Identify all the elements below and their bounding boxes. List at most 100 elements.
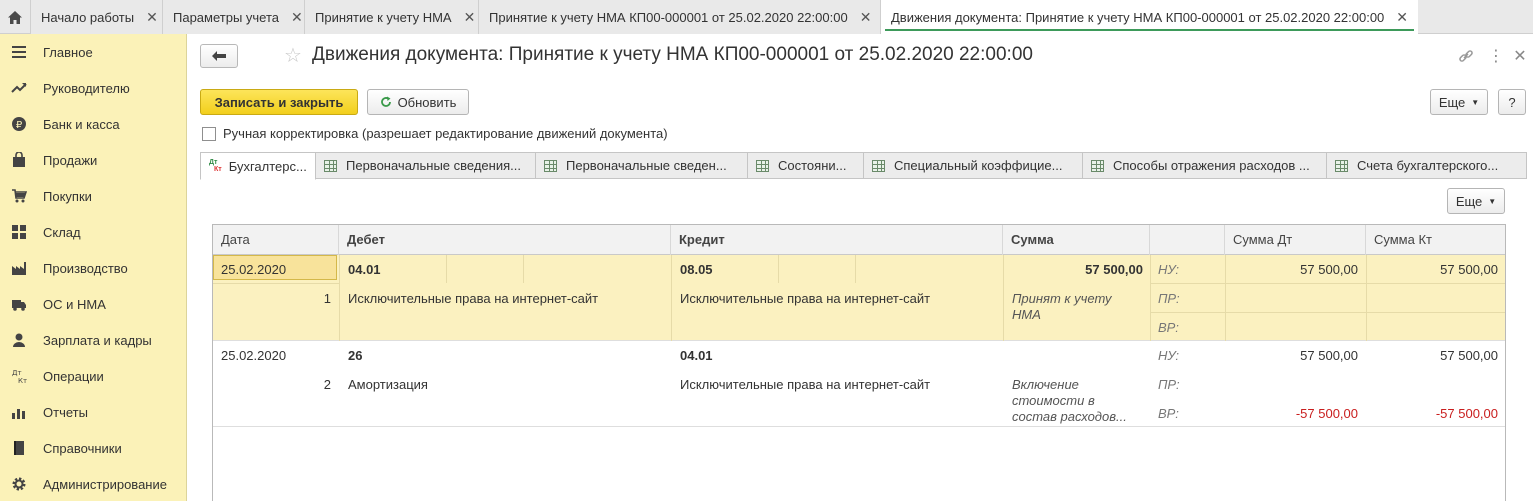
cell-credit-account: 08.05 [680,262,713,277]
cell-vr-kt: -57 500,00 [1435,406,1498,421]
table-icon [756,159,769,172]
tab-label: Первоначальные сведения... [346,158,521,173]
manual-edit-row: Ручная корректировка (разрешает редактир… [202,126,668,141]
close-icon[interactable]: ✕ [146,9,158,26]
tab-special-coefficient[interactable]: Специальный коэффицие... [864,152,1083,179]
sidebar-item-fixed-assets[interactable]: ОС и НМА [0,286,186,322]
back-button[interactable] [200,44,238,68]
col-amount-dt[interactable]: Сумма Дт [1225,225,1366,255]
dropdown-arrow-icon: ▼ [1471,97,1480,107]
sidebar-item-label: Главное [43,44,93,60]
form-tabs: Дт Кт Бухгалтерс... Первоначальные сведен… [200,152,1527,180]
cell-number: 1 [323,291,331,306]
cell-content: НМА [1012,307,1041,322]
svg-text:Дт: Дт [12,369,22,377]
window-tab-label: Движения документа: Принятие к учету НМА… [891,9,1385,25]
tab-label: Состояни... [778,158,847,173]
cell-number: 2 [323,377,331,392]
sidebar-item-label: ОС и НМА [43,296,106,312]
sidebar-item-label: Банк и касса [43,116,120,132]
window-tab-document-movements[interactable]: Движения документа: Принятие к учету НМА… [880,0,1418,34]
sidebar-item-operations[interactable]: Дт Кт Операции [0,358,186,394]
cell-content: Принят к учету [1012,291,1112,306]
sidebar-item-label: Склад [43,224,81,240]
cell-nu-dt: 57 500,00 [1300,348,1358,363]
close-icon[interactable]: ✕ [291,9,303,26]
sidebar-item-payroll[interactable]: Зарплата и кадры [0,322,186,358]
tab-states[interactable]: Состояни... [748,152,864,179]
sidebar-item-label: Продажи [43,152,98,168]
cell-nu-kt: 57 500,00 [1440,348,1498,363]
cell-credit-subconto: Исключительные права на интернет-сайт [680,377,931,392]
refresh-label: Обновить [397,94,457,110]
close-icon[interactable]: ✕ [464,9,476,26]
sidebar-item-label: Операции [43,368,104,384]
close-window-icon[interactable]: ✕ [1510,46,1530,66]
svg-text:₽: ₽ [16,120,23,131]
more-button[interactable]: Еще ▼ [1430,89,1488,115]
cell-vr-label: ВР: [1158,320,1179,335]
save-close-button[interactable]: Записать и закрыть [200,89,358,115]
sidebar-item-production[interactable]: Производство [0,250,186,286]
help-button[interactable]: ? [1498,89,1526,115]
grid-icon [11,224,27,240]
link-icon[interactable] [1456,46,1476,66]
window-tab-accounting-params[interactable]: Параметры учета ✕ [162,0,304,34]
close-icon[interactable]: ✕ [1396,9,1408,26]
table-more-button[interactable]: Еще ▼ [1447,188,1505,214]
cart-icon [11,188,27,204]
col-debit[interactable]: Дебет [339,225,671,255]
refresh-button[interactable]: Обновить [367,89,469,115]
sidebar-item-label: Справочники [43,440,122,456]
tab-expense-methods[interactable]: Способы отражения расходов ... [1083,152,1327,179]
tab-accounting[interactable]: Дт Кт Бухгалтерс... [200,152,316,180]
dt-kt-icon: Дт Кт [209,159,222,173]
home-icon[interactable] [0,0,30,34]
cell-content: состав расходов... [1012,409,1127,424]
truck-icon [11,296,27,312]
person-icon [11,332,27,348]
more-label: Еще [1438,94,1466,110]
sidebar-item-warehouse[interactable]: Склад [0,214,186,250]
table-icon [1335,159,1348,172]
sidebar-item-label: Зарплата и кадры [43,332,152,348]
sidebar-item-catalogs[interactable]: Справочники [0,430,186,466]
cell-debit-account: 26 [348,348,363,363]
table-row[interactable]: 25.02.2020 1 04.01 Исключительные права … [213,255,1505,341]
sidebar-item-purchases[interactable]: Покупки [0,178,186,214]
manual-edit-checkbox[interactable] [202,126,216,141]
window-tab-nma-document[interactable]: Принятие к учету НМА КП00-000001 от 25.0… [478,0,880,34]
col-type [1150,225,1225,255]
more-vertical-icon[interactable]: ⋮ [1486,46,1506,66]
refresh-icon [380,96,391,107]
sidebar-item-bank[interactable]: ₽ Банк и касса [0,106,186,142]
table-icon [324,159,337,172]
col-amount-kt[interactable]: Сумма Кт [1366,225,1505,255]
cell-vr-label: ВР: [1158,406,1179,421]
tab-initial-info-2[interactable]: Первоначальные сведен... [536,152,748,179]
sidebar-item-admin[interactable]: Администрирование [0,466,186,501]
window-tab-label: Параметры учета [173,9,280,25]
favorite-star-icon[interactable]: ☆ [284,44,302,68]
window-tab-nma-list[interactable]: Принятие к учету НМА ✕ [304,0,478,34]
sidebar-item-manager[interactable]: Руководителю [0,70,186,106]
page-title: Движения документа: Принятие к учету НМА… [312,44,1033,65]
col-credit[interactable]: Кредит [671,225,1003,255]
window-tab-label: Принятие к учету НМА [315,9,452,25]
manual-edit-label: Ручная корректировка (разрешает редактир… [223,126,668,141]
gear-icon [11,476,27,492]
tab-accounts[interactable]: Счета бухгалтерского... [1327,152,1527,179]
cell-credit-account: 04.01 [680,348,713,363]
cell-credit-subconto: Исключительные права на интернет-сайт [680,291,931,306]
book-icon [11,440,27,456]
table-row[interactable]: 25.02.2020 2 26 Амортизация 04.01 Исключ… [213,341,1505,427]
table-icon [544,159,557,172]
close-icon[interactable]: ✕ [860,9,872,26]
tab-initial-info-1[interactable]: Первоначальные сведения... [316,152,536,179]
col-amount[interactable]: Сумма [1003,225,1150,255]
sidebar-item-sales[interactable]: Продажи [0,142,186,178]
col-date[interactable]: Дата [213,225,339,255]
sidebar-item-reports[interactable]: Отчеты [0,394,186,430]
window-tab-start[interactable]: Начало работы ✕ [30,0,162,34]
sidebar-item-main[interactable]: Главное [0,34,186,70]
